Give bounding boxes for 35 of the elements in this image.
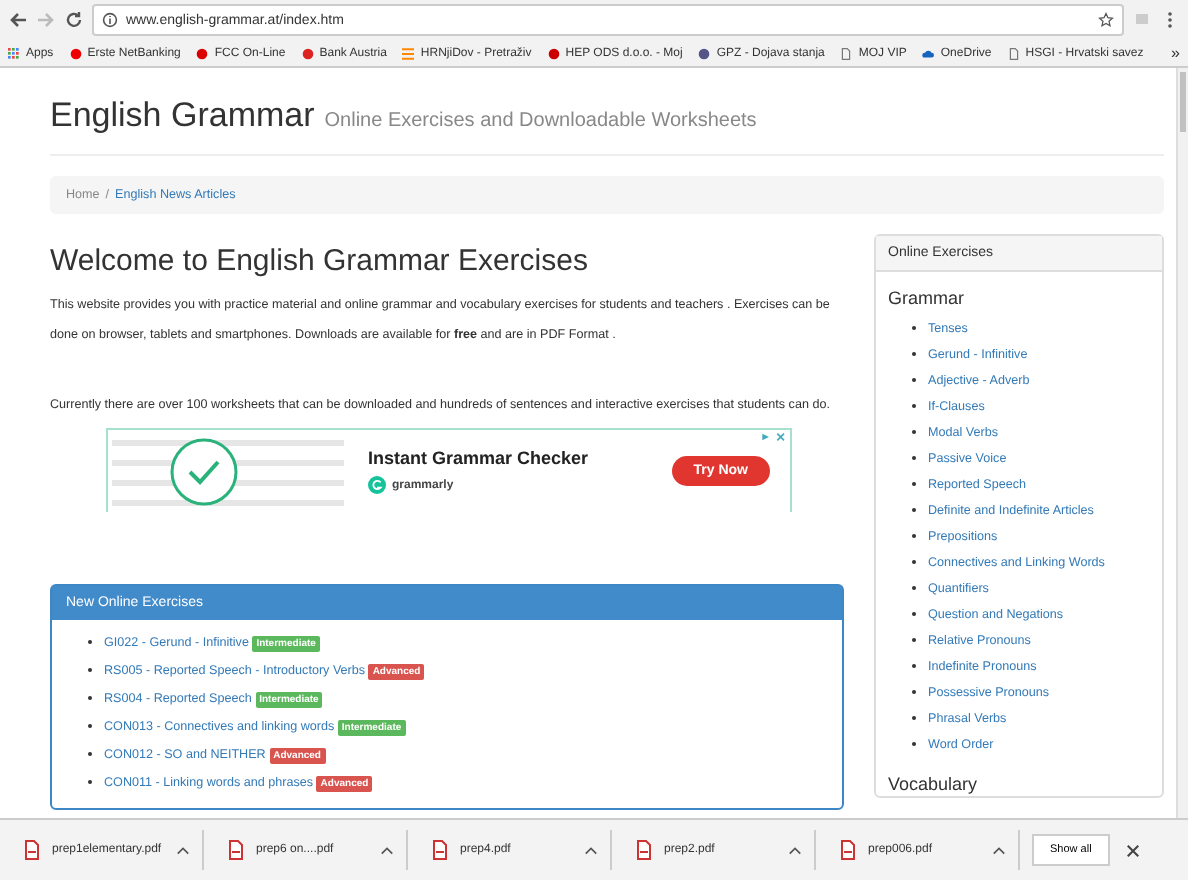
pdf-file-icon <box>840 840 856 860</box>
page-icon <box>1007 47 1020 59</box>
cloud-icon <box>922 47 935 59</box>
pdf-file-icon <box>432 840 448 860</box>
caret-icon[interactable] <box>584 845 598 855</box>
reload-icon[interactable] <box>64 10 84 30</box>
ad-title: Instant Grammar Checker <box>368 448 591 468</box>
caret-icon[interactable] <box>176 845 190 855</box>
bars-icon <box>402 47 415 59</box>
welcome-heading: Welcome to English Grammar Exercises <box>50 244 590 278</box>
bookmark-icon <box>301 47 314 59</box>
ad-choices-icon[interactable] <box>760 432 788 442</box>
bookmark-icon <box>196 47 209 59</box>
pdf-file-icon <box>228 840 244 860</box>
pdf-file-icon <box>24 840 40 860</box>
bookmark-icon <box>69 47 82 59</box>
more-bookmarks-icon[interactable]: » <box>1171 44 1180 62</box>
scrollbar[interactable] <box>1176 68 1188 818</box>
bookmark-icon <box>698 47 711 59</box>
close-icon[interactable] <box>1125 843 1140 857</box>
pdf-file-icon <box>636 840 652 860</box>
site-title: English Grammar <box>50 96 315 136</box>
section-heading: Grammar <box>886 286 966 310</box>
caret-icon[interactable] <box>788 845 802 855</box>
bookmark-icon <box>547 47 560 59</box>
caret-icon[interactable] <box>380 845 394 855</box>
section-heading: Vocabulary <box>886 772 980 796</box>
star-icon[interactable] <box>1098 12 1114 28</box>
grid-icon <box>8 47 20 59</box>
back-icon[interactable] <box>8 10 28 30</box>
site-subtitle: Online Exercises and Downloadable Worksheets <box>324 110 757 132</box>
logo-icon <box>368 476 386 494</box>
page-icon <box>840 47 853 59</box>
caret-icon[interactable] <box>992 845 1006 855</box>
info-icon <box>102 12 118 28</box>
